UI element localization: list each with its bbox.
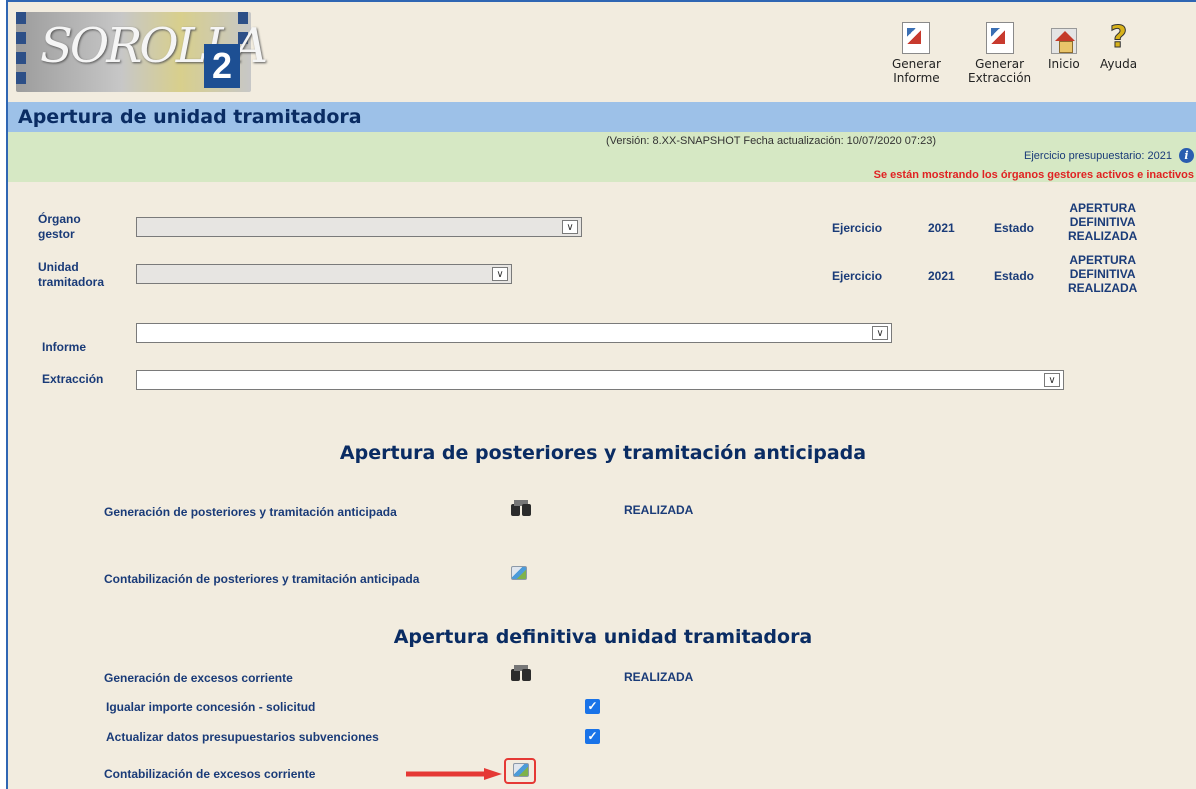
binoculars-icon[interactable]	[510, 665, 532, 683]
info-icon[interactable]: i	[1179, 148, 1194, 163]
unidad-tramitadora-label: Unidad tramitadora	[38, 260, 104, 290]
section-title-definitiva: Apertura definitiva unidad tramitadora	[393, 626, 813, 648]
red-arrow-icon	[406, 768, 502, 780]
toolbar-label: Generar	[892, 57, 941, 71]
contabilizacion-posteriores-label: Contabilización de posteriores y tramita…	[104, 572, 420, 586]
toolbar-label: Extracción	[968, 71, 1032, 85]
status-badge: REALIZADA	[624, 670, 694, 684]
logo-number: 2	[204, 44, 240, 88]
chevron-down-icon: ∨	[492, 267, 508, 281]
informe-label: Informe	[42, 340, 87, 354]
estado-line: REALIZADA	[1068, 229, 1138, 243]
version-text: (Versión: 8.XX-SNAPSHOT Fecha actualizac…	[606, 135, 936, 147]
execute-icon[interactable]	[511, 566, 527, 580]
label-line: gestor	[38, 227, 75, 241]
generacion-excesos-label: Generación de excesos corriente	[104, 671, 293, 685]
estado-line: DEFINITIVA	[1069, 267, 1136, 281]
highlight-box	[504, 758, 536, 784]
activos-notice: Se están mostrando los órganos gestores …	[873, 169, 1194, 181]
generar-informe-button[interactable]: Generar Informe	[892, 22, 941, 85]
binoculars-top	[514, 500, 528, 506]
report-icon	[902, 22, 931, 54]
estado-value: APERTURA DEFINITIVA REALIZADA	[1068, 253, 1137, 295]
label-line: Unidad	[38, 260, 79, 274]
logo-decor	[16, 52, 26, 64]
chevron-down-icon: ∨	[872, 326, 888, 340]
ejercicio-value: 2021	[928, 269, 955, 283]
binoculars-icon[interactable]	[510, 500, 532, 518]
section-title-posteriores: Apertura de posteriores y tramitación an…	[339, 442, 867, 464]
toolbar-label: Ayuda	[1100, 57, 1138, 71]
estado-value: APERTURA DEFINITIVA REALIZADA	[1068, 201, 1137, 243]
info-bar: (Versión: 8.XX-SNAPSHOT Fecha actualizac…	[8, 132, 1196, 182]
chevron-down-icon: ∨	[562, 220, 578, 234]
extraction-icon	[985, 22, 1014, 54]
label-line: Órgano	[38, 212, 81, 226]
inicio-button[interactable]: Inicio	[1048, 22, 1080, 71]
toolbar-label: Inicio	[1048, 57, 1080, 71]
logo-decor	[16, 32, 26, 44]
estado-line: DEFINITIVA	[1069, 215, 1136, 229]
app-window: SOROLLA 2 Generar Informe Generar Extrac…	[6, 0, 1196, 789]
organo-gestor-select[interactable]: ∨	[136, 217, 582, 237]
contabilizacion-excesos-label: Contabilización de excesos corriente	[104, 767, 316, 781]
igualar-importe-label: Igualar importe concesión - solicitud	[106, 700, 316, 714]
ejercicio-label: Ejercicio	[832, 269, 883, 283]
status-badge: REALIZADA	[624, 503, 694, 517]
sorolla-logo: SOROLLA 2	[16, 12, 268, 92]
extraccion-select[interactable]: ∨	[136, 370, 1064, 390]
extraccion-label: Extracción	[42, 372, 104, 386]
igualar-importe-checkbox[interactable]: ✓	[585, 699, 600, 714]
ejercicio-label: Ejercicio	[832, 221, 883, 235]
logo-decor	[16, 12, 26, 24]
ayuda-button[interactable]: ? Ayuda	[1100, 20, 1138, 71]
actualizar-datos-checkbox[interactable]: ✓	[585, 729, 600, 744]
estado-label: Estado	[994, 269, 1035, 283]
generacion-posteriores-label: Generación de posteriores y tramitación …	[104, 505, 397, 519]
actualizar-datos-label: Actualizar datos presupuestarios subvenc…	[106, 730, 379, 744]
binoculars-top	[514, 665, 528, 671]
estado-label: Estado	[994, 221, 1035, 235]
unidad-tramitadora-select[interactable]: ∨	[136, 264, 512, 284]
estado-line: APERTURA	[1069, 201, 1136, 215]
informe-select[interactable]: ∨	[136, 323, 892, 343]
estado-line: APERTURA	[1069, 253, 1136, 267]
logo-decor	[16, 72, 26, 84]
ejercicio-value: 2021	[928, 221, 955, 235]
toolbar-label: Generar	[975, 57, 1025, 71]
label-line: tramitadora	[38, 275, 105, 289]
toolbar-label: Informe	[893, 71, 940, 85]
page-title: Apertura de unidad tramitadora	[8, 102, 1196, 132]
ejercicio-presupuestario: Ejercicio presupuestario: 2021	[1024, 150, 1172, 162]
organo-gestor-label: Órgano gestor	[38, 212, 81, 242]
chevron-down-icon: ∨	[1044, 373, 1060, 387]
home-icon	[1050, 28, 1077, 54]
estado-line: REALIZADA	[1068, 281, 1138, 295]
generar-extraccion-button[interactable]: Generar Extracción	[968, 22, 1031, 85]
help-icon: ?	[1109, 20, 1128, 55]
